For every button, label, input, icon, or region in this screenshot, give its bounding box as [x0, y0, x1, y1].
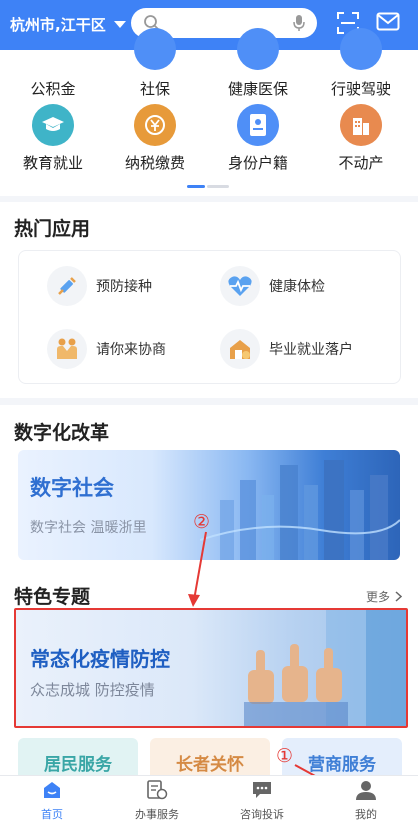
nav-label: 我的 [355, 808, 377, 821]
nav-services[interactable]: 办事服务 [117, 780, 197, 822]
document-clock-icon [147, 780, 168, 800]
home-icon [44, 782, 60, 798]
nav-label: 办事服务 [135, 808, 179, 821]
nav-label: 首页 [41, 808, 63, 821]
user-icon [356, 781, 376, 800]
nav-label: 咨询投诉 [240, 808, 284, 821]
annotation-marker-1: ① [276, 745, 294, 767]
annotation-marker-2: ② [193, 511, 211, 533]
bottom-nav: 首页 办事服务 咨询投诉 我的 [0, 775, 418, 829]
nav-consultation[interactable]: 咨询投诉 [222, 780, 302, 822]
chat-bubble-icon [253, 782, 271, 798]
nav-home[interactable]: 首页 [12, 780, 92, 822]
nav-mine[interactable]: 我的 [326, 780, 406, 822]
annotation-arrows [188, 531, 357, 799]
